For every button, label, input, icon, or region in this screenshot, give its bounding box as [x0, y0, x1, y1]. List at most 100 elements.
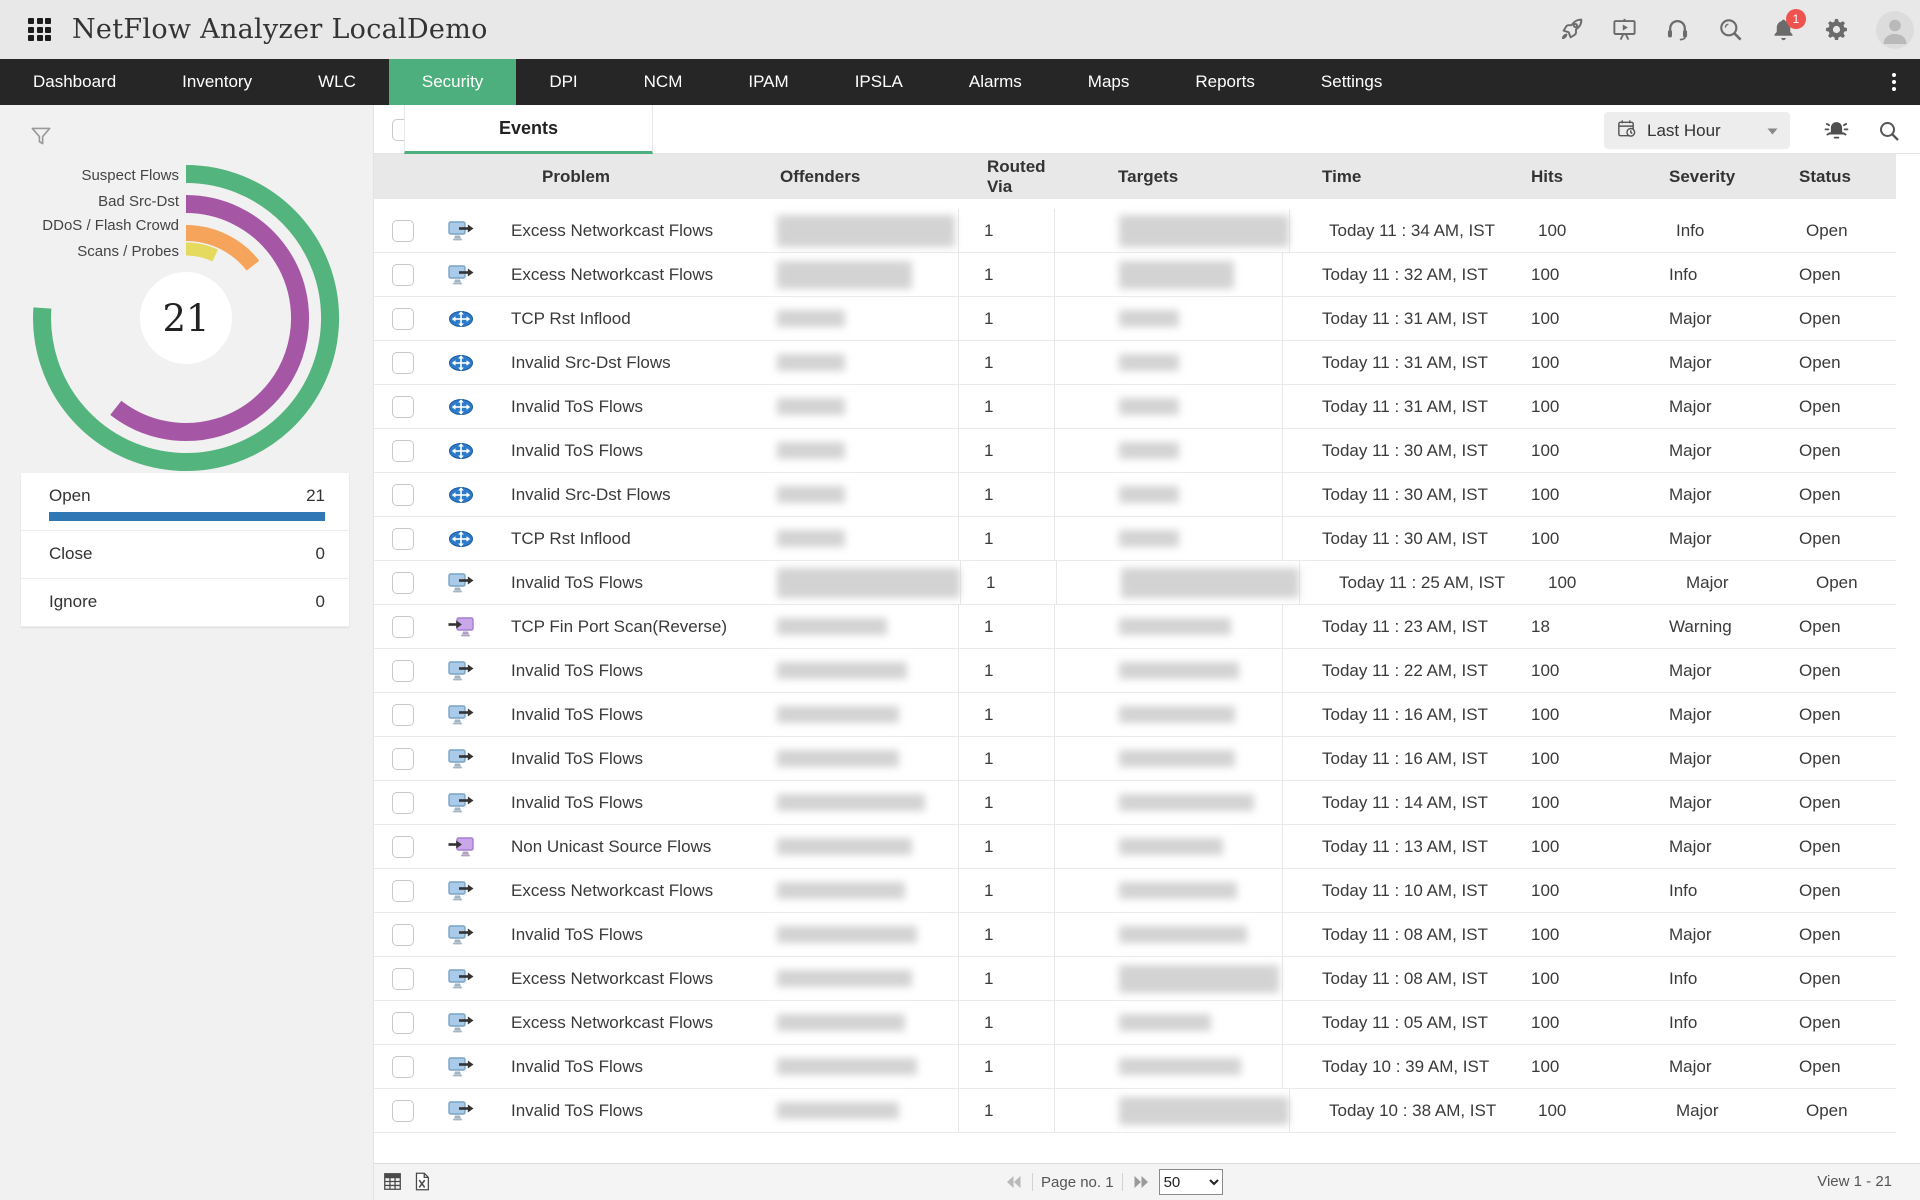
hits-cell: 100 [1538, 220, 1567, 240]
table-row[interactable]: Invalid ToS Flows 1 Today 11 : 22 AM, IST 1… [374, 649, 1896, 693]
row-checkbox[interactable] [392, 747, 414, 770]
table-row[interactable]: Invalid ToS Flows 1 Today 10 : 38 AM, IST 1… [374, 1089, 1896, 1133]
router-icon [449, 398, 473, 415]
column-header-time[interactable]: Time [1283, 154, 1528, 199]
table-row[interactable]: Excess Networkcast Flows 1 Today 11 : 05 A… [374, 1001, 1896, 1045]
row-checkbox[interactable] [392, 967, 414, 990]
row-checkbox[interactable] [392, 307, 414, 330]
column-header-routed-via[interactable]: Routed Via [959, 154, 1055, 199]
nav-tab-ipam[interactable]: IPAM [715, 59, 821, 105]
nav-tab-dpi[interactable]: DPI [516, 59, 610, 105]
row-checkbox[interactable] [392, 483, 414, 506]
nav-tab-alarms[interactable]: Alarms [936, 59, 1055, 105]
host-monitor-out-icon [448, 1056, 474, 1076]
rocket-icon[interactable] [1558, 16, 1585, 43]
nav-tab-maps[interactable]: Maps [1055, 59, 1163, 105]
row-checkbox[interactable] [392, 791, 414, 814]
column-header-status[interactable]: Status [1796, 154, 1896, 199]
table-search-icon[interactable] [1877, 119, 1901, 148]
row-checkbox[interactable] [392, 1055, 414, 1078]
row-checkbox[interactable] [392, 879, 414, 902]
user-avatar[interactable] [1876, 10, 1914, 49]
page-size-select[interactable]: 50 [1158, 1169, 1223, 1195]
table-row[interactable]: Invalid Src-Dst Flows 1 Today 11 : 31 AM, … [374, 341, 1896, 385]
row-checkbox[interactable] [392, 923, 414, 946]
row-checkbox[interactable] [392, 659, 414, 682]
column-header-problem[interactable]: Problem [490, 154, 775, 199]
alert-profile-bell-icon[interactable] [1823, 117, 1850, 149]
table-row[interactable]: TCP Rst Inflood 1 Today 11 : 30 AM, IST 100… [374, 517, 1896, 561]
table-row[interactable]: TCP Rst Inflood 1 Today 11 : 31 AM, IST 100… [374, 297, 1896, 341]
hits-cell: 100 [1531, 308, 1560, 328]
nav-tab-ncm[interactable]: NCM [611, 59, 716, 105]
table-row[interactable]: Invalid ToS Flows 1 Today 11 : 14 AM, IST 1… [374, 781, 1896, 825]
column-header-severity[interactable]: Severity [1666, 154, 1796, 199]
nav-tab-dashboard[interactable]: Dashboard [0, 59, 149, 105]
table-row[interactable]: Invalid Src-Dst Flows 1 Today 11 : 30 AM, … [374, 473, 1896, 517]
row-checkbox[interactable] [392, 1099, 414, 1122]
notifications-bell-icon[interactable]: 1 [1770, 9, 1806, 43]
severity-cell: Info [1669, 968, 1698, 988]
row-checkbox[interactable] [392, 219, 414, 242]
nav-tab-security[interactable]: Security [388, 59, 517, 105]
table-row[interactable]: Invalid ToS Flows 1 Today 11 : 08 AM, IST 1… [374, 913, 1896, 957]
table-row[interactable]: Invalid ToS Flows 1 Today 11 : 16 AM, IST 1… [374, 737, 1896, 781]
row-checkbox[interactable] [392, 703, 414, 726]
app-launcher-grid-icon[interactable] [28, 18, 51, 41]
nav-tab-settings[interactable]: Settings [1288, 59, 1415, 105]
nav-tab-reports[interactable]: Reports [1162, 59, 1288, 105]
last-page-icon[interactable] [1131, 1174, 1151, 1190]
nav-tab-inventory[interactable]: Inventory [149, 59, 285, 105]
column-header-offenders[interactable]: Offenders [775, 154, 959, 199]
table-row[interactable]: Invalid ToS Flows 1 Today 11 : 16 AM, IST 1… [374, 693, 1896, 737]
row-checkbox[interactable] [392, 263, 414, 286]
row-checkbox[interactable] [392, 571, 414, 594]
row-checkbox[interactable] [392, 615, 414, 638]
offenders-cell [775, 1045, 959, 1088]
table-row[interactable]: Invalid ToS Flows 1 Today 11 : 30 AM, IST 1… [374, 429, 1896, 473]
row-checkbox[interactable] [392, 835, 414, 858]
row-checkbox[interactable] [392, 527, 414, 550]
status-row-close[interactable]: Close 0 [21, 531, 349, 579]
nav-overflow-menu-icon[interactable] [1884, 59, 1904, 105]
table-row[interactable]: Invalid ToS Flows 1 Today 11 : 25 AM, IST 1… [374, 561, 1896, 605]
demo-player-icon[interactable] [1611, 16, 1638, 43]
table-row[interactable]: Excess Networkcast Flows 1 Today 11 : 08 A… [374, 957, 1896, 1001]
redacted-offender [777, 442, 845, 459]
settings-gear-icon[interactable] [1823, 16, 1850, 43]
nav-tab-wlc[interactable]: WLC [285, 59, 389, 105]
table-row[interactable]: Invalid ToS Flows 1 Today 11 : 31 AM, IST 1… [374, 385, 1896, 429]
support-headset-icon[interactable] [1664, 16, 1691, 43]
routed-via-cell: 1 [959, 737, 1055, 780]
status-label: Ignore [49, 592, 98, 611]
table-row[interactable]: Excess Networkcast Flows 1 Today 11 : 34 A… [374, 209, 1896, 253]
status-row-ignore[interactable]: Ignore 0 [21, 579, 349, 627]
status-row-open[interactable]: Open 21 [21, 473, 349, 531]
table-row[interactable]: Excess Networkcast Flows 1 Today 11 : 10 A… [374, 869, 1896, 913]
table-row[interactable]: Invalid ToS Flows 1 Today 10 : 39 AM, IST 1… [374, 1045, 1896, 1089]
targets-cell [1055, 1045, 1283, 1088]
problem-cell: TCP Fin Port Scan(Reverse) [511, 616, 728, 636]
column-header-hits[interactable]: Hits [1528, 154, 1666, 199]
hits-cell: 100 [1531, 924, 1560, 944]
status-cell: Open [1799, 616, 1841, 636]
row-checkbox[interactable] [392, 439, 414, 462]
table-export-icon[interactable] [382, 1171, 403, 1197]
router-icon [449, 310, 473, 327]
column-header-targets[interactable]: Targets [1055, 154, 1283, 199]
global-search-icon[interactable] [1717, 16, 1744, 43]
row-checkbox[interactable] [392, 351, 414, 374]
time-range-dropdown[interactable]: Last Hour [1604, 112, 1790, 149]
first-page-icon[interactable] [1004, 1174, 1024, 1190]
table-row[interactable]: Non Unicast Source Flows 1 Today 11 : 13 A… [374, 825, 1896, 869]
row-checkbox[interactable] [392, 1011, 414, 1034]
excel-export-icon[interactable] [411, 1171, 432, 1197]
tab-events[interactable]: Events [404, 105, 653, 154]
redacted-offender [777, 618, 887, 635]
offenders-cell [775, 1001, 959, 1044]
redacted-target [1119, 750, 1235, 767]
table-row[interactable]: TCP Fin Port Scan(Reverse) 1 Today 11 : 23… [374, 605, 1896, 649]
row-checkbox[interactable] [392, 395, 414, 418]
table-row[interactable]: Excess Networkcast Flows 1 Today 11 : 32 A… [374, 253, 1896, 297]
nav-tab-ipsla[interactable]: IPSLA [822, 59, 936, 105]
